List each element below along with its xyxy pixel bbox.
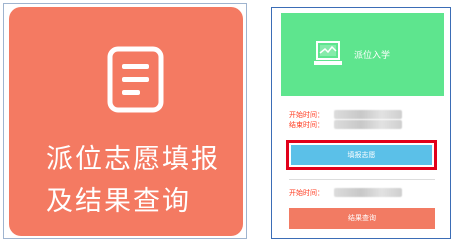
card-title: 派位志愿填报 及结果查询 [46,144,220,217]
end-time-value [334,120,402,129]
result-start-time-label: 开始时间： [289,189,324,197]
panel-header: 派位入学 [281,13,444,96]
document-icon [107,46,164,113]
end-time-label: 结束时间： [289,121,324,129]
divider [289,179,435,180]
result-query-button[interactable]: 结果查询 [289,208,435,229]
start-time-label: 开始时间： [289,111,324,119]
header-title: 派位入学 [354,51,391,61]
laptop-icon [314,41,342,65]
volunteer-entry-card[interactable]: 派位志愿填报 及结果查询 [9,7,243,236]
fill-volunteer-button[interactable]: 填报志愿 [291,145,432,165]
result-start-time-value [334,188,402,197]
admission-panel: 派位入学 开始时间： 结束时间： 填报志愿 开始时间： 结果查询 [271,7,451,239]
start-time-value [334,110,402,119]
